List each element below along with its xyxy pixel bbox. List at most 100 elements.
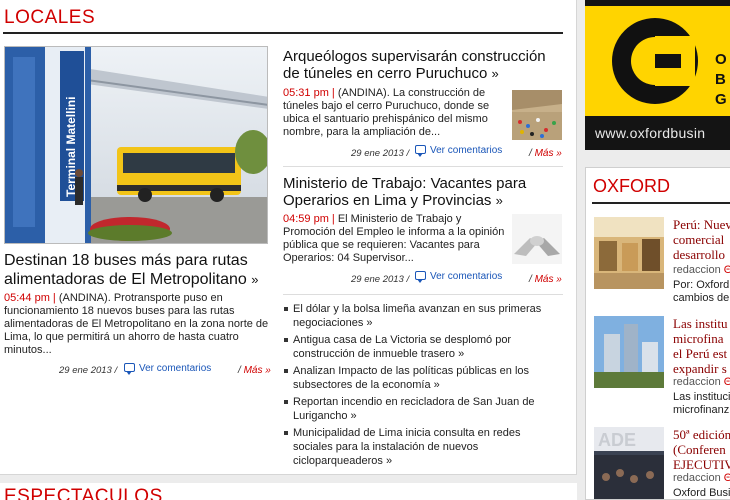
oxford-item-1-title[interactable]: Perú: Nuev comercial desarrollo [673, 217, 730, 262]
handshake-image [512, 214, 562, 264]
article-1-comments-link[interactable]: Ver comentarios [415, 145, 502, 157]
city-skyline-image [594, 316, 664, 388]
ad-yellow-panel: O B G [585, 6, 730, 116]
conference-image: ADE [594, 427, 664, 499]
lead-article-photo[interactable]: Terminal Matellini [4, 46, 268, 244]
oxford-item-source-label: redaccion [673, 472, 721, 484]
comment-icon [124, 363, 135, 375]
article-1-date: 29 ene 2013 / [351, 148, 410, 159]
oxford-item-title-line[interactable]: Perú: Nuev [673, 217, 730, 232]
lead-comments-link[interactable]: Ver comentarios [124, 363, 211, 375]
more-news-item[interactable]: El dólar y la bolsa limeña avanzan en su… [283, 302, 563, 330]
article-1-title[interactable]: Arqueólogos supervisarán construcción de… [283, 48, 563, 82]
lead-more-label[interactable]: Más » [244, 365, 271, 376]
lead-more-link[interactable]: / Más » [238, 365, 271, 376]
news-section-espectaculos: ESPECTACULOS [0, 483, 577, 500]
ad-letter: O [715, 51, 727, 68]
oxford-item-source-label: redaccion [673, 376, 721, 388]
article-2-title-arrow: » [495, 193, 503, 208]
oxford-item-title-line[interactable]: expandir s [673, 361, 730, 376]
oxford-item-title-line[interactable]: microfina [673, 331, 730, 346]
section-header: LOCALES [3, 4, 563, 34]
lead-comments-label[interactable]: Ver comentarios [139, 363, 211, 374]
article-2-more-separator: / [529, 274, 532, 285]
oxford-item-2-image[interactable] [594, 316, 664, 388]
article-1-title-arrow: » [491, 66, 499, 81]
article-1-meta: 29 ene 2013 / Ver comentarios / Más » [283, 145, 563, 161]
article-2-title-text[interactable]: Ministerio de Trabajo: Vacantes para Ope… [283, 175, 526, 209]
article-2-comments-label[interactable]: Ver comentarios [430, 271, 502, 282]
oxford-item-excerpt-line: Las institucio [673, 391, 730, 403]
article-1-more-separator: / [529, 148, 532, 159]
svg-text:ADE: ADE [598, 430, 636, 450]
oxford-item-1-source: redaccion Θ [673, 264, 730, 276]
news-section-locales: LOCALES Terminal Matellini Destinan 18 b… [0, 0, 577, 475]
article-2-more-label[interactable]: Más » [535, 274, 562, 285]
oxford-item-excerpt-line: Oxford Busi [673, 487, 730, 499]
more-news-list: El dólar y la bolsa limeña avanzan en su… [283, 302, 563, 471]
article-2-title[interactable]: Ministerio de Trabajo: Vacantes para Ope… [283, 175, 563, 209]
oxford-item-title-line[interactable]: desarrollo [673, 247, 730, 262]
article-2-time: 04:59 pm | [283, 213, 335, 225]
oxford-item-1-excerpt: Por: Oxford I cambios de [673, 279, 730, 305]
oxford-item-3-excerpt: Oxford Busi [673, 487, 730, 499]
source-arrow-icon: Θ [724, 264, 730, 276]
oxford-item-excerpt-line: Por: Oxford I [673, 279, 730, 291]
oxford-item-3-title[interactable]: 50ª edición (Conferen EJECUTIV [673, 427, 730, 472]
article-1-time: 05:31 pm | [283, 87, 335, 99]
bus-terminal-image: Terminal Matellini [5, 47, 267, 243]
more-news-item[interactable]: Reportan incendio en recicladora de San … [283, 395, 563, 423]
ad-letter: G [715, 91, 727, 108]
oxford-item-title-line[interactable]: (Conferen [673, 442, 730, 457]
oxford-item-2-excerpt: Las institucio microfinanz [673, 391, 730, 417]
oxford-box-rule [592, 202, 730, 204]
oxford-item-title-line[interactable]: comercial [673, 232, 730, 247]
next-section-title[interactable]: ESPECTACULOS [4, 486, 163, 500]
oxford-business-ad-banner[interactable]: O B G www.oxfordbusin [585, 0, 730, 150]
oxford-item-excerpt-line: cambios de [673, 292, 730, 304]
oxford-item-title-line[interactable]: 50ª edición [673, 427, 730, 442]
source-arrow-icon: Θ [724, 376, 730, 388]
lead-article-time: 05:44 pm | [4, 292, 56, 304]
oxford-item-3-source: redaccion Θ [673, 472, 730, 484]
more-news-item[interactable]: Municipalidad de Lima inicia consulta en… [283, 426, 563, 468]
article-2-date: 29 ene 2013 / [351, 274, 410, 285]
article-1-more-link[interactable]: / Más » [529, 148, 562, 159]
comment-icon [415, 145, 426, 157]
oxford-item-title-line[interactable]: EJECUTIV [673, 457, 730, 472]
section-title[interactable]: LOCALES [4, 7, 95, 29]
article-2-thumbnail[interactable] [512, 214, 562, 264]
oxford-item-title-line[interactable]: el Perú est [673, 346, 730, 361]
article-1-title-text[interactable]: Arqueólogos supervisarán construcción de… [283, 48, 546, 82]
article-2-more-link[interactable]: / Más » [529, 274, 562, 285]
oxford-logo-icon [612, 18, 698, 104]
article-2-excerpt: 04:59 pm | El Ministerio de Trabajo y Pr… [283, 213, 508, 265]
archaeology-site-image [512, 90, 562, 140]
oxford-item-3-image[interactable]: ADE [594, 427, 664, 499]
ad-url-text: www.oxfordbusin [595, 125, 706, 141]
oxford-item-1-image[interactable] [594, 217, 664, 289]
lead-title-text[interactable]: Destinan 18 buses más para rutas aliment… [4, 252, 248, 288]
ad-letter: B [715, 71, 726, 88]
article-2-comments-link[interactable]: Ver comentarios [415, 271, 502, 283]
more-news-item[interactable]: Antigua casa de La Victoria se desplomó … [283, 333, 563, 361]
lead-article-title[interactable]: Destinan 18 buses más para rutas aliment… [4, 251, 272, 289]
article-1-comments-label[interactable]: Ver comentarios [430, 145, 502, 156]
lead-more-separator: / [238, 365, 241, 376]
article-1-excerpt: 05:31 pm | (ANDINA). La construcción de … [283, 87, 508, 139]
article-1-thumbnail[interactable] [512, 90, 562, 140]
oxford-item-excerpt-line: microfinanz [673, 404, 730, 416]
more-news-item[interactable]: Analizan Impacto de las políticas públic… [283, 364, 563, 392]
article-separator [283, 166, 563, 167]
lead-article-excerpt: 05:44 pm | (ANDINA). Protransporte puso … [4, 292, 272, 357]
article-1-more-label[interactable]: Más » [535, 148, 562, 159]
lead-article-meta: 29 ene 2013 / Ver comentarios / Más » [4, 362, 272, 378]
oxford-item-title-line[interactable]: Las institu [673, 316, 730, 331]
oxford-box-title[interactable]: OXFORD [593, 176, 670, 197]
article-separator [283, 294, 563, 295]
lead-article-date: 29 ene 2013 / [59, 365, 118, 376]
comment-icon [415, 271, 426, 283]
oxford-item-source-label: redaccion [673, 264, 721, 276]
article-2-meta: 29 ene 2013 / Ver comentarios / Más » [283, 271, 563, 287]
oxford-item-2-title[interactable]: Las institu microfina el Perú est expand… [673, 316, 730, 376]
